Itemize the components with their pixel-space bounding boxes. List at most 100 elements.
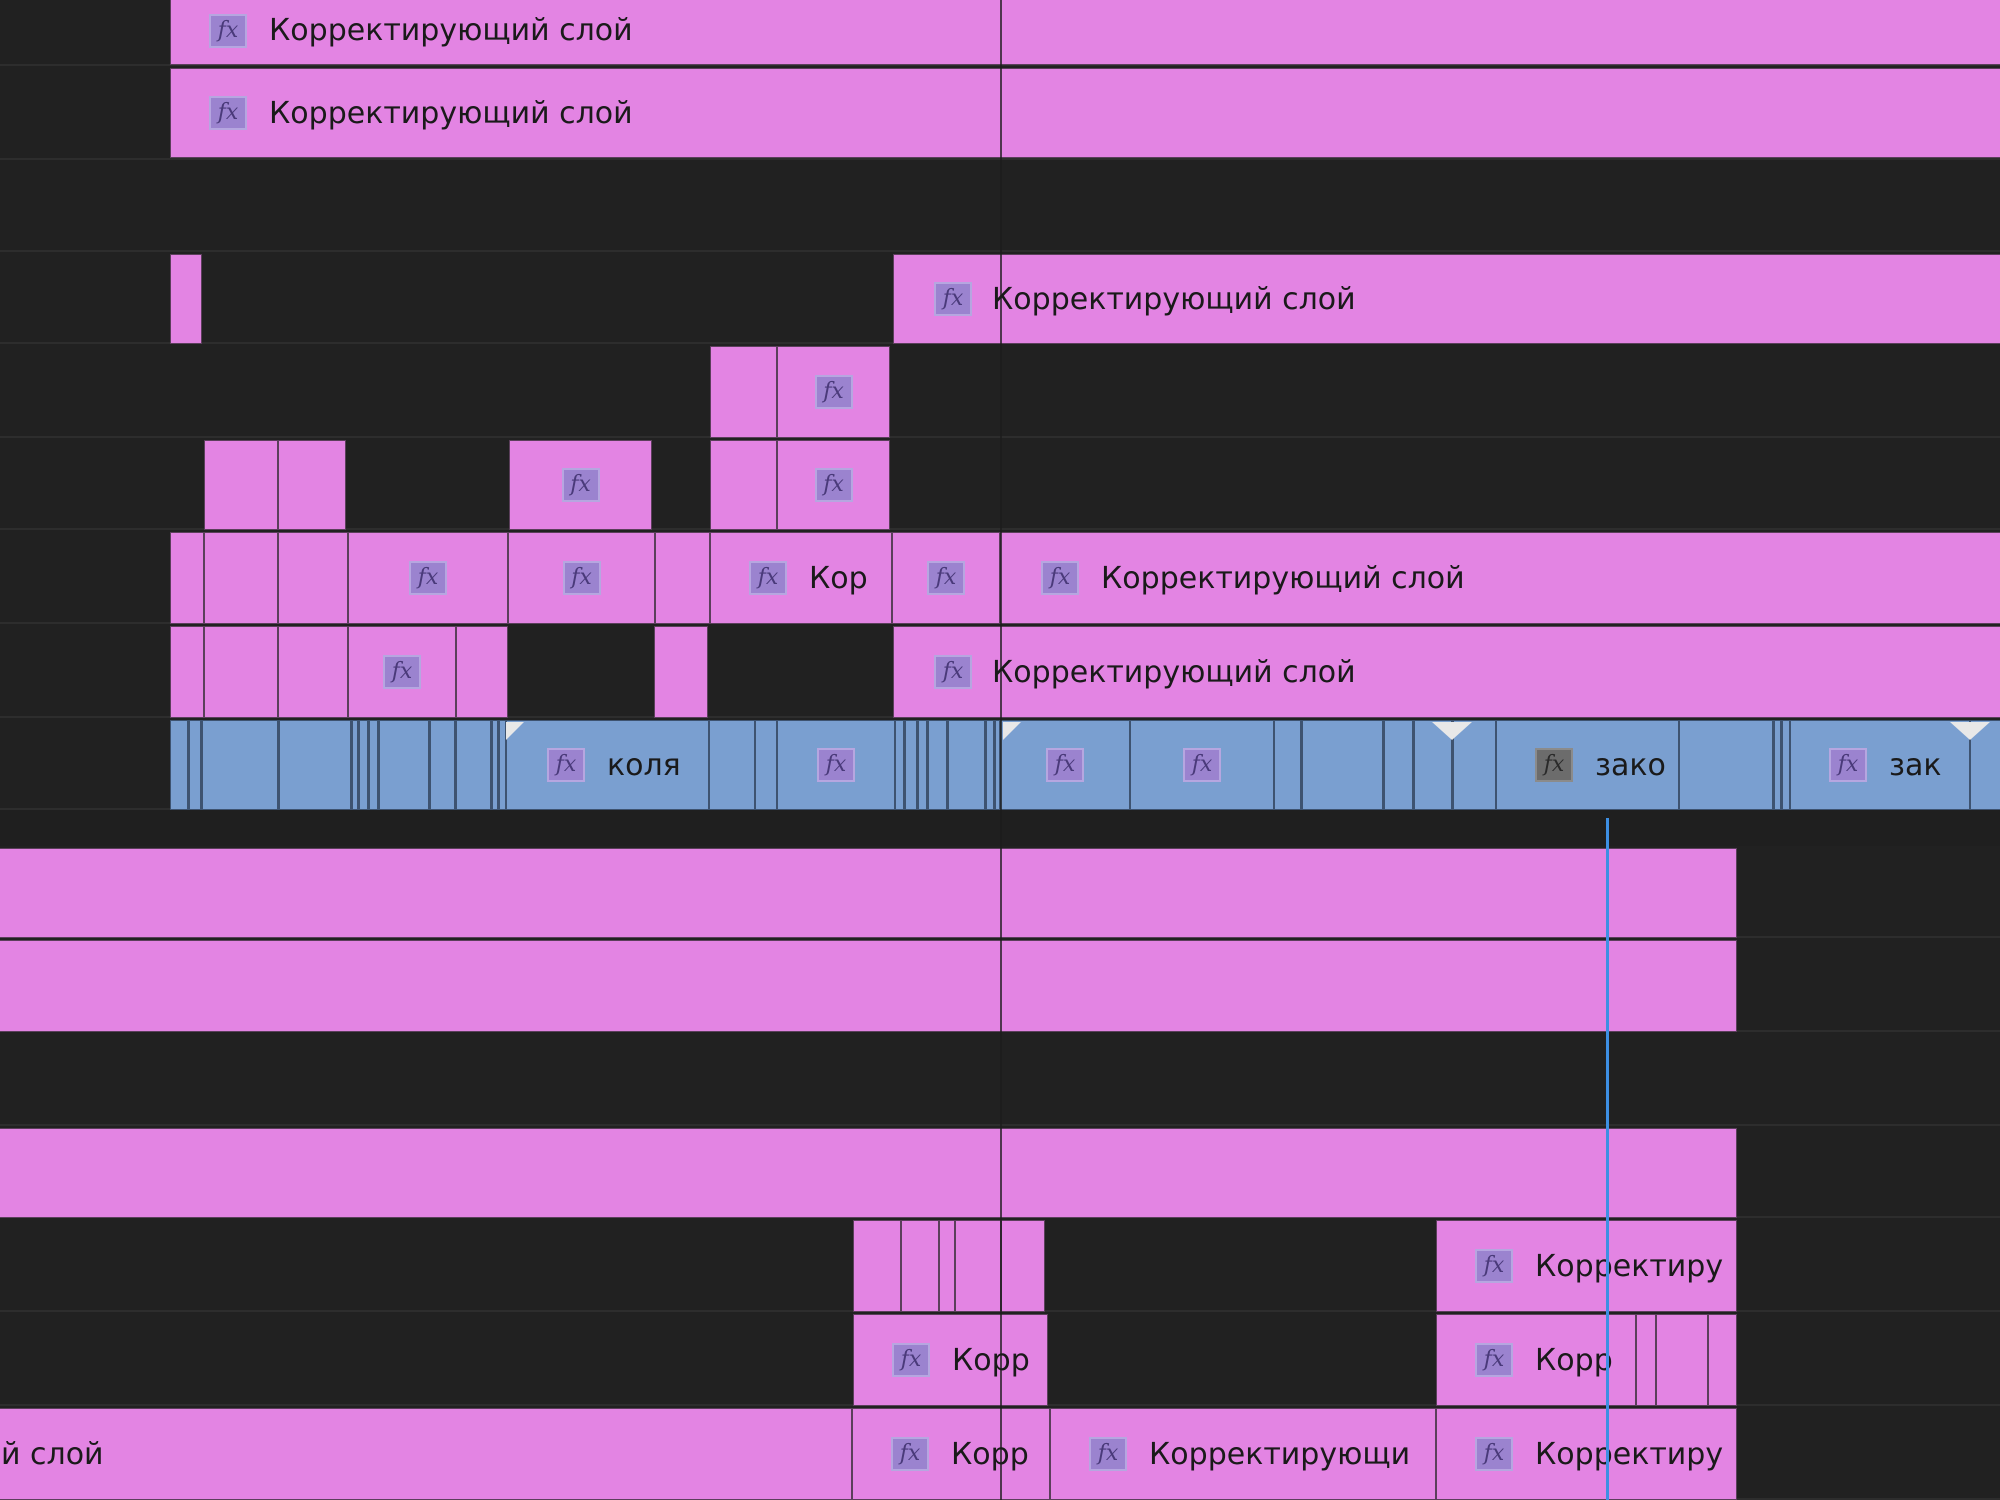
adjustment-layer-clip[interactable]: fx Кор <box>710 532 892 624</box>
clip-label: Корректиру <box>1535 1436 1724 1472</box>
marker-icon[interactable] <box>506 722 524 740</box>
adjustment-layer-clip[interactable] <box>278 440 346 530</box>
clip-edit-point <box>916 720 919 810</box>
timeline-panel[interactable]: fx Корректирующий слой fx Корректирующий… <box>0 0 2000 1500</box>
adjustment-layer-clip[interactable]: fx <box>348 532 508 624</box>
fx-badge-icon: fx <box>927 561 965 595</box>
adjustment-layer-clip[interactable] <box>853 1220 901 1312</box>
adjustment-layer-clip[interactable] <box>170 626 204 718</box>
clip-label: Корректирующий слой <box>1101 560 1465 596</box>
clip-edit-point <box>1382 720 1385 810</box>
clip-edit-point <box>357 720 360 810</box>
adjustment-layer-clip[interactable]: й слой <box>0 1408 852 1500</box>
marker-icon[interactable] <box>1432 722 1472 740</box>
clip-label: Корректирующий слой <box>992 654 1356 690</box>
fx-badge-icon: fx <box>1829 748 1867 782</box>
video-clip[interactable] <box>709 720 755 810</box>
clip-label: Кор <box>809 560 868 596</box>
adjustment-layer-clip[interactable] <box>655 532 710 624</box>
adjustment-layer-clip[interactable]: fx <box>777 440 890 530</box>
fx-badge-icon: fx <box>817 748 855 782</box>
clip-label: Корректирующий слой <box>269 13 633 48</box>
clip-edit-point <box>497 720 500 810</box>
fx-badge-icon: fx <box>1475 1249 1513 1283</box>
fx-badge-icon: fx <box>1046 748 1084 782</box>
adjustment-layer-clip[interactable]: fx <box>892 532 1000 624</box>
adjustment-layer-clip[interactable] <box>1636 1314 1656 1406</box>
adjustment-layer-clip[interactable] <box>0 848 1737 938</box>
fx-badge-icon: fx <box>1535 748 1573 782</box>
fx-badge-icon: fx <box>892 1343 930 1377</box>
adjustment-layer-clip[interactable]: fx Корректирующий слой <box>170 68 2000 158</box>
fx-badge-icon: fx <box>209 13 247 48</box>
clip-label: зако <box>1595 747 1666 783</box>
video-clip[interactable]: fx коля <box>506 720 709 810</box>
adjustment-layer-clip[interactable]: fx Корректирующи <box>1050 1408 1436 1500</box>
adjustment-layer-clip[interactable]: fx Корректирующий слой <box>1000 532 2000 624</box>
marker-icon[interactable] <box>1950 722 1990 740</box>
fx-badge-icon: fx <box>562 561 601 595</box>
fx-badge-icon: fx <box>547 748 585 782</box>
fx-badge-icon: fx <box>209 96 247 130</box>
adjustment-layer-clip[interactable] <box>278 626 348 718</box>
fx-badge-icon: fx <box>383 655 421 689</box>
clip-edit-point <box>454 720 457 810</box>
adjustment-layer-clip[interactable] <box>901 1220 939 1312</box>
adjustment-layer-clip[interactable]: fx <box>509 440 652 530</box>
clip-edit-point <box>1780 720 1783 810</box>
fx-badge-icon: fx <box>749 561 787 595</box>
video-clip[interactable]: fx зак <box>1790 720 1970 810</box>
fx-badge-icon: fx <box>934 282 972 316</box>
adjustment-layer-clip[interactable]: fx Корректирующий слой <box>170 0 2000 65</box>
clip-edit-point <box>1772 720 1775 810</box>
fx-badge-icon: fx <box>934 655 972 689</box>
adjustment-layer-clip[interactable] <box>0 1128 1737 1218</box>
adjustment-layer-clip[interactable] <box>654 626 708 718</box>
clip-edit-point <box>277 720 280 810</box>
adjustment-layer-clip[interactable] <box>1656 1314 1708 1406</box>
adjustment-layer-clip[interactable]: fx <box>508 532 655 624</box>
adjustment-layer-clip[interactable]: fx Корректиру <box>1436 1408 1737 1500</box>
adjustment-layer-clip[interactable] <box>710 440 777 530</box>
adjustment-layer-clip[interactable]: fx Корр <box>853 1314 1048 1406</box>
adjustment-layer-clip[interactable]: fx <box>777 346 890 438</box>
video-clip[interactable]: fx зако <box>1496 720 1679 810</box>
adjustment-layer-clip[interactable]: fx Корректирующий слой <box>893 626 2000 718</box>
adjustment-layer-clip[interactable] <box>1001 1220 1045 1312</box>
adjustment-layer-clip[interactable] <box>710 346 777 438</box>
clip-label: Корректирующий слой <box>992 281 1356 317</box>
adjustment-layer-clip[interactable] <box>204 626 278 718</box>
clip-edit-point <box>350 720 353 810</box>
adjustment-layer-clip[interactable]: fx Корр <box>852 1408 1050 1500</box>
adjustment-layer-clip[interactable] <box>204 440 278 530</box>
adjustment-layer-clip[interactable] <box>1708 1314 1737 1406</box>
clip-label: Корр <box>1535 1342 1613 1378</box>
fx-badge-icon: fx <box>409 561 447 595</box>
clip-edit-point <box>490 720 493 810</box>
video-clip[interactable] <box>755 720 777 810</box>
adjustment-layer-clip[interactable] <box>0 940 1737 1032</box>
adjustment-layer-clip[interactable]: fx Корректирующий слой <box>893 254 2000 344</box>
playhead[interactable] <box>1606 818 1609 1500</box>
adjustment-layer-clip[interactable]: fx Корректиру <box>1436 1220 1737 1312</box>
adjustment-layer-clip[interactable] <box>278 532 348 624</box>
adjustment-layer-clip[interactable] <box>170 254 202 344</box>
marker-icon[interactable] <box>1003 722 1021 740</box>
fx-badge-icon: fx <box>1183 748 1221 782</box>
clip-edit-point <box>993 720 996 810</box>
adjustment-layer-clip[interactable] <box>456 626 508 718</box>
video-clip[interactable]: fx <box>1130 720 1274 810</box>
clip-label: Корректиру <box>1535 1248 1724 1284</box>
fx-badge-icon: fx <box>1041 561 1079 595</box>
adjustment-layer-clip[interactable] <box>955 1220 1001 1312</box>
clip-edit-point <box>946 720 949 810</box>
adjustment-layer-clip[interactable] <box>204 532 278 624</box>
clip-edit-point <box>1300 720 1303 810</box>
adjustment-layer-clip[interactable] <box>939 1220 955 1312</box>
adjustment-layer-clip[interactable]: fx <box>348 626 456 718</box>
fx-badge-icon: fx <box>1089 1437 1127 1471</box>
clip-label: зак <box>1889 747 1942 783</box>
video-clip[interactable]: fx <box>777 720 895 810</box>
adjustment-layer-clip[interactable] <box>170 532 204 624</box>
clip-edit-point <box>377 720 380 810</box>
